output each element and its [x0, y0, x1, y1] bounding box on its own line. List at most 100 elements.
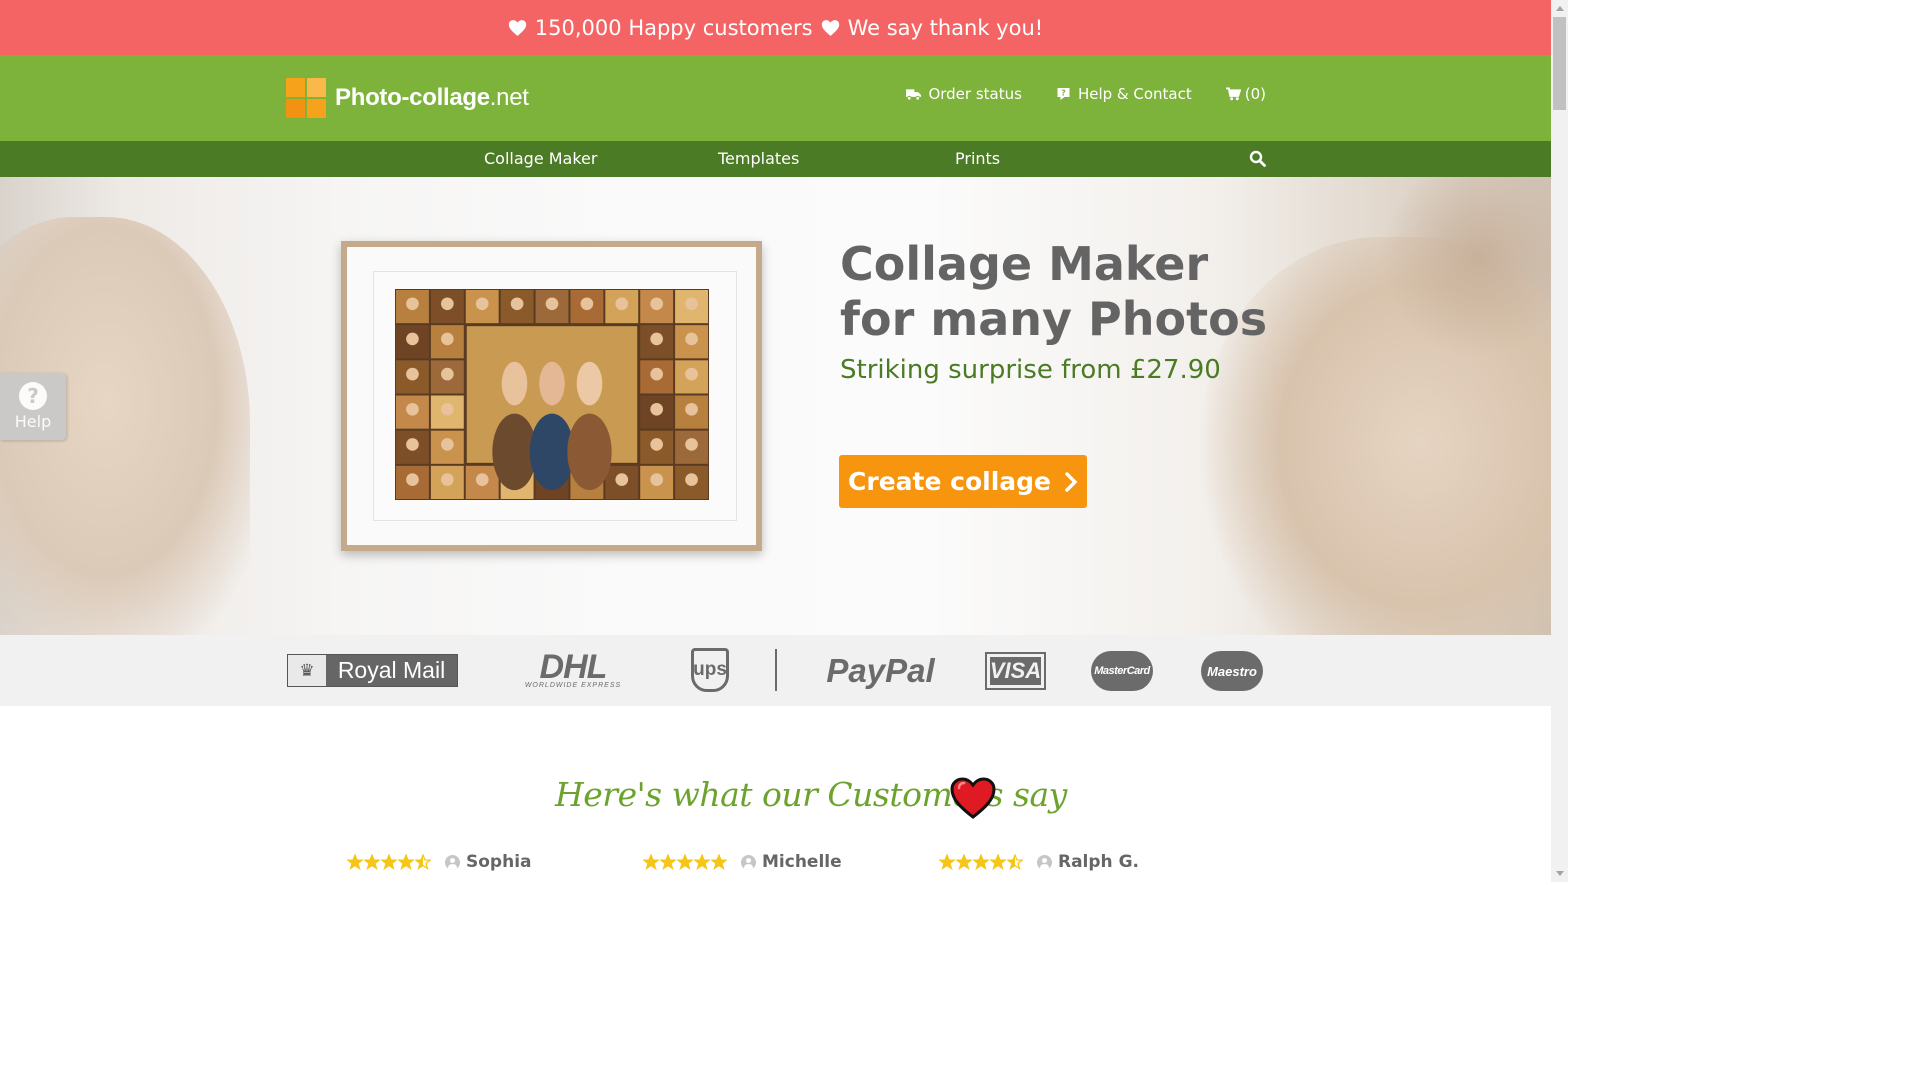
help-contact-link[interactable]: ? Help & Contact	[1056, 85, 1192, 103]
promo-text-thanks: We say thank you!	[847, 15, 1044, 40]
ups-logo: ups	[691, 648, 729, 692]
divider	[775, 649, 777, 691]
star-icon	[1007, 854, 1023, 870]
logo-text: Photo-collage.net	[335, 84, 529, 111]
logo-mark-icon	[286, 78, 326, 118]
star-rating	[643, 854, 727, 870]
collage-thumbnail-face	[580, 297, 594, 311]
user-icon	[1037, 854, 1052, 870]
search-icon[interactable]	[1249, 150, 1266, 167]
partner-logos-bar: ♛ Royal Mail DHL WORLDWIDE EXPRESS ups P…	[0, 635, 1551, 706]
scroll-down-arrow[interactable]	[1551, 865, 1568, 882]
heart-icon	[950, 777, 996, 819]
collage-thumbnail-face	[441, 402, 454, 416]
star-icon	[711, 854, 727, 870]
star-icon	[694, 854, 710, 870]
nav-templates[interactable]: Templates	[718, 149, 799, 168]
collage-thumbnail-face	[685, 438, 698, 451]
collage-thumbnail-face	[441, 297, 454, 311]
scroll-thumb[interactable]	[1553, 17, 1566, 110]
star-icon	[364, 854, 380, 870]
star-icon	[643, 854, 659, 870]
collage-thumbnail-face	[475, 473, 489, 486]
svg-text:?: ?	[1061, 89, 1066, 98]
create-collage-button[interactable]: Create collage	[839, 455, 1087, 508]
question-icon: ?	[19, 382, 47, 410]
collage-main-face	[501, 361, 528, 406]
collage-thumbnail-face	[615, 473, 629, 486]
collage-thumbnail-face	[406, 473, 419, 486]
star-icon	[381, 854, 397, 870]
collage-thumbnail-face	[650, 402, 663, 416]
reviewer-name: Sophia	[466, 852, 532, 872]
star-rating	[939, 854, 1023, 870]
collage-thumbnail-face	[685, 402, 698, 416]
chevron-right-icon	[1065, 471, 1078, 492]
cart-count: (0)	[1244, 85, 1266, 103]
site-logo[interactable]: Photo-collage.net	[286, 78, 529, 118]
collage-thumbnail-face	[406, 332, 419, 346]
collage-thumbnail-face	[685, 473, 698, 486]
vertical-scrollbar[interactable]	[1551, 0, 1568, 882]
hero-subtitle: Striking surprise from £27.90	[840, 355, 1221, 385]
dhl-logo: DHL WORLDWIDE EXPRESS	[524, 648, 622, 689]
star-icon	[990, 854, 1006, 870]
main-nav: Collage Maker Templates Prints	[0, 141, 1551, 177]
cart-icon	[1225, 87, 1241, 101]
help-tab-label: Help	[14, 412, 52, 431]
page: 150,000 Happy customers We say thank you…	[0, 0, 1551, 882]
star-icon	[660, 854, 676, 870]
star-icon	[398, 854, 414, 870]
collage-thumbnail-face	[685, 332, 698, 346]
collage-thumbnail-face	[615, 297, 629, 311]
collage-thumbnail-face	[650, 332, 663, 346]
collage-thumbnail-face	[406, 297, 419, 311]
collage-thumbnail-face	[650, 367, 663, 381]
crown-icon: ♛	[288, 655, 326, 686]
review-item: Ralph G.	[939, 852, 1139, 872]
user-icon	[445, 854, 460, 870]
collage-thumbnail-face	[475, 297, 489, 311]
maestro-logo: Maestro	[1201, 651, 1263, 691]
nav-prints[interactable]: Prints	[955, 149, 1000, 168]
star-icon	[347, 854, 363, 870]
collage-thumbnail-face	[406, 438, 419, 451]
heart-icon	[508, 19, 527, 36]
collage-thumbnail-face	[650, 473, 663, 486]
collage-thumbnail-face	[406, 402, 419, 416]
nav-collage-maker[interactable]: Collage Maker	[484, 149, 597, 168]
visa-logo: VISA	[985, 652, 1046, 690]
collage-thumbnail-face	[510, 297, 524, 311]
star-icon	[939, 854, 955, 870]
collage-main-figure	[567, 413, 612, 491]
promo-text-customers: 150,000 Happy customers	[534, 15, 813, 40]
framed-collage-image	[341, 241, 762, 551]
collage-thumbnail-face	[650, 297, 663, 311]
collage-main-face	[576, 361, 603, 406]
hero-title: Collage Maker for many Photos	[840, 237, 1268, 346]
star-icon	[973, 854, 989, 870]
collage-thumbnail-face	[545, 297, 559, 311]
promo-banner: 150,000 Happy customers We say thank you…	[0, 0, 1551, 55]
collage-thumbnail-face	[441, 473, 454, 486]
photo-collage-image	[395, 289, 709, 500]
heart-icon	[821, 19, 839, 36]
scroll-up-arrow[interactable]	[1551, 0, 1568, 17]
star-icon	[677, 854, 693, 870]
hero-section: Collage Maker for many Photos Striking s…	[0, 177, 1551, 635]
cart-link[interactable]: (0)	[1225, 85, 1266, 103]
collage-thumbnail-face	[441, 332, 454, 346]
collage-thumbnail-face	[441, 367, 454, 381]
user-icon	[741, 854, 756, 870]
review-item: Michelle	[643, 852, 842, 872]
help-floating-tab[interactable]: ? Help	[0, 373, 66, 440]
star-icon	[415, 854, 431, 870]
royal-mail-logo: ♛ Royal Mail	[287, 654, 458, 687]
collage-thumbnail-face	[441, 438, 454, 451]
star-rating	[347, 854, 431, 870]
paypal-logo: PayPal	[826, 652, 935, 689]
collage-thumbnail-face	[406, 367, 419, 381]
mastercard-logo: MasterCard	[1091, 651, 1153, 691]
collage-main-face	[539, 361, 565, 406]
order-status-link[interactable]: Order status	[906, 85, 1022, 103]
